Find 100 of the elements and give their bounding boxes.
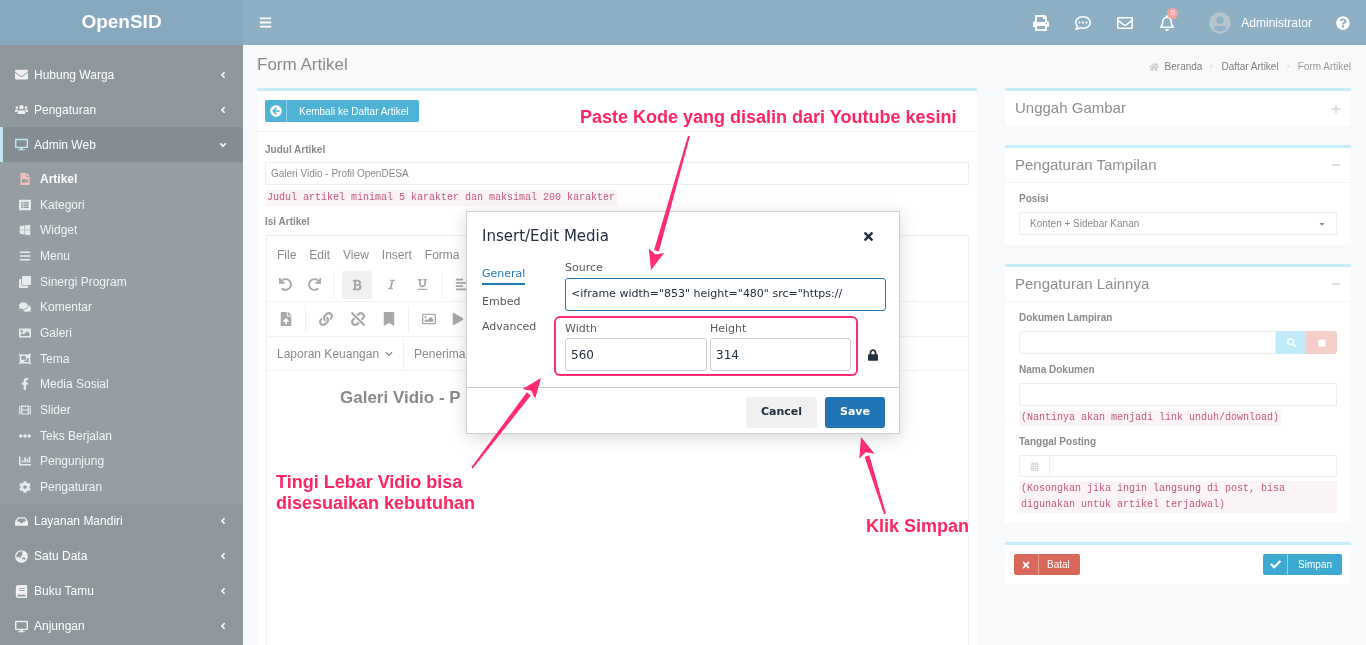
printer-icon[interactable] (1033, 14, 1050, 31)
dialog-tab[interactable]: General (482, 266, 526, 285)
play-icon[interactable] (452, 313, 464, 325)
brand-logo: OpenSID (81, 10, 162, 35)
editor-menu-entry[interactable]: Edit (309, 246, 331, 268)
width-field[interactable]: 560 (565, 338, 707, 371)
submenu-item[interactable]: Pengaturan (0, 474, 243, 500)
sidebar-item[interactable]: Hubung Warga (0, 57, 243, 92)
help-text: (Nantinya akan menjadi link unduh/download) (1019, 410, 1282, 426)
save-button[interactable]: Simpan (1263, 554, 1342, 575)
image-icon[interactable] (422, 312, 436, 326)
panel-title: Unggah Gambar (1015, 98, 1127, 119)
facebook-icon (19, 378, 31, 391)
home-icon (1148, 61, 1159, 72)
sidebar-item[interactable]: Pengaturan (0, 92, 243, 127)
file-icon (19, 172, 31, 185)
date-field[interactable] (1019, 455, 1337, 477)
bookmark-icon[interactable] (383, 312, 395, 326)
frame-icon (19, 352, 31, 365)
editor-menu-entry[interactable]: Forma (424, 246, 460, 268)
field-label: Judul Artikel (265, 143, 326, 157)
back-arrow-icon (269, 105, 282, 117)
submenu-item[interactable]: Tema (0, 345, 243, 372)
user-name[interactable]: Administrator (1241, 13, 1312, 32)
comments-icon (19, 301, 31, 314)
film-icon (19, 404, 31, 417)
unlink-icon[interactable] (351, 312, 365, 326)
editor-menu-entry[interactable]: Insert (381, 246, 412, 268)
dialog-tab[interactable]: Embed (482, 293, 521, 310)
editor-menu-entry[interactable]: View (343, 246, 369, 268)
undo-icon[interactable] (279, 278, 292, 291)
field-label: Height (710, 320, 748, 337)
cancel-button[interactable]: Cancel (745, 397, 817, 428)
submenu-item[interactable]: Widget (0, 217, 243, 244)
submenu-item[interactable]: Menu (0, 243, 243, 269)
dropdown[interactable]: Laporan Keuangan (267, 337, 405, 370)
submenu-item[interactable]: Teks Berjalan (0, 422, 243, 449)
submenu-item[interactable]: Sinergi Program (0, 268, 243, 295)
submenu-item[interactable]: Komentar (0, 294, 243, 321)
notification-badge: 6 (1167, 7, 1179, 19)
breadcrumb-link[interactable]: Beranda (1164, 59, 1203, 74)
breadcrumb-link[interactable]: Daftar Artikel (1221, 59, 1279, 74)
submenu-item[interactable]: Media Sosial (0, 371, 243, 398)
underline-icon[interactable] (417, 279, 428, 290)
sidebar-item[interactable]: Layanan Mandiri (0, 503, 243, 539)
annotation-text: Klik Simpan (866, 516, 970, 537)
mail-icon[interactable] (1117, 14, 1134, 31)
submenu-item[interactable]: Pengunjung (0, 448, 243, 475)
back-button[interactable]: Kembali ke Daftar Artikel (265, 100, 419, 122)
italic-icon[interactable] (386, 279, 397, 290)
help-icon[interactable] (1336, 15, 1350, 30)
image-icon (19, 326, 31, 339)
editor-menu-entry[interactable]: File (277, 246, 297, 268)
dialog-tab[interactable]: Advanced (482, 319, 537, 336)
field-label: Posisi (1019, 192, 1049, 206)
globe-icon (15, 549, 28, 563)
close-icon[interactable] (862, 229, 875, 243)
bar-chart-icon (19, 455, 31, 468)
file-field[interactable] (1019, 331, 1276, 354)
monitor-icon (15, 138, 28, 151)
close-icon (1021, 559, 1031, 570)
panel-title: Pengaturan Lainnya (1015, 273, 1151, 294)
sidebar-item[interactable]: Admin Web (0, 127, 243, 162)
help-text: (Kosongkan jika ingin langsung di post, bisa digunakan untuk artikel terjadwal) (1019, 481, 1337, 513)
source-field[interactable]: <iframe width="853" height="480" src="https:// (565, 277, 886, 311)
bold-button[interactable] (342, 270, 372, 299)
monitor-icon (15, 619, 28, 633)
submenu-item[interactable]: Kategori (0, 191, 243, 218)
sidebar-item[interactable]: Anjungan (0, 608, 243, 644)
submenu-item[interactable]: Artikel (0, 166, 243, 192)
field-label: Source (565, 260, 604, 276)
settings-icon (19, 481, 31, 494)
browse-button[interactable] (1276, 331, 1306, 354)
field-label: Tanggal Posting (1019, 435, 1097, 449)
expand-icon[interactable] (1331, 103, 1341, 114)
field-label: Width (565, 320, 598, 337)
chevron-left-icon (218, 104, 228, 115)
menu-icon[interactable] (259, 16, 272, 29)
dialog-title: Insert/Edit Media (482, 225, 609, 247)
page-title: Form Artikel (257, 53, 348, 76)
cancel-button[interactable]: Batal (1014, 554, 1080, 575)
chevron-left-icon (218, 586, 228, 597)
sidebar-item[interactable]: Satu Data (0, 538, 243, 574)
submenu-item[interactable]: Galeri (0, 320, 243, 346)
save-button[interactable]: Save (825, 397, 885, 428)
title-field[interactable]: Galeri Vidio - Profil OpenDESA (265, 162, 969, 185)
position-select[interactable]: Konten + Sidebar Kanan (1019, 212, 1337, 235)
clear-button[interactable] (1306, 331, 1337, 354)
redo-icon[interactable] (308, 278, 321, 291)
sidebar-item[interactable]: Buku Tamu (0, 573, 243, 609)
submenu-item[interactable]: Slider (0, 397, 243, 423)
link-icon[interactable] (319, 312, 333, 326)
chat-icon[interactable] (1075, 14, 1092, 31)
menu-icon (19, 249, 31, 262)
field-label: Nama Dokumen (1019, 363, 1095, 377)
envelope-icon (15, 68, 28, 81)
panel-title: Pengaturan Tampilan (1015, 154, 1158, 175)
search-icon (1286, 338, 1296, 347)
height-field[interactable]: 314 (710, 338, 851, 371)
upload-icon[interactable] (279, 312, 293, 326)
